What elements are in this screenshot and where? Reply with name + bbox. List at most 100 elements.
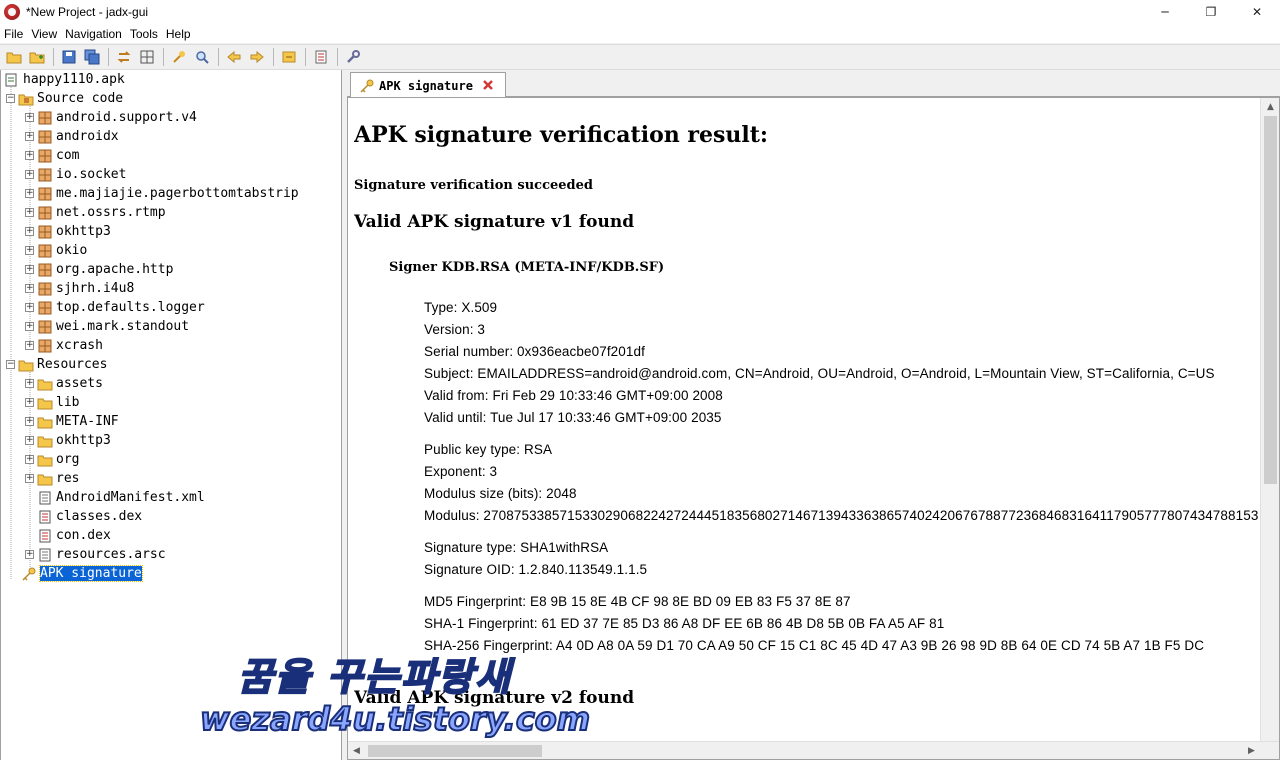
- tree-resource-folder[interactable]: + lib: [25, 393, 79, 412]
- expand-toggle[interactable]: +: [25, 455, 34, 464]
- tree-resource-file[interactable]: AndroidManifest.xml: [37, 488, 205, 507]
- scroll-left-icon[interactable]: ◀: [348, 742, 365, 759]
- vertical-scrollbar[interactable]: ▲: [1260, 98, 1279, 742]
- toolbar-separator: [305, 48, 306, 66]
- tree-resource-folder[interactable]: + org: [25, 450, 79, 469]
- close-button[interactable]: ✕: [1234, 0, 1280, 24]
- menu-view[interactable]: View: [27, 27, 61, 41]
- tree-resource-folder[interactable]: + META-INF: [25, 412, 119, 431]
- tree-package-item[interactable]: + me.majiajie.pagerbottomtabstrip: [25, 184, 299, 203]
- tree-source-code[interactable]: − Source code: [6, 89, 123, 108]
- close-tab-icon[interactable]: [481, 78, 495, 92]
- save-icon[interactable]: [58, 46, 80, 68]
- tree-resource-file-label: classes.dex: [56, 509, 143, 524]
- sync-icon[interactable]: [113, 46, 135, 68]
- maximize-button[interactable]: ❐: [1188, 0, 1234, 24]
- expand-toggle[interactable]: +: [25, 265, 34, 274]
- menu-navigation[interactable]: Navigation: [61, 27, 126, 41]
- expand-toggle[interactable]: +: [25, 170, 34, 179]
- expand-toggle[interactable]: +: [25, 550, 34, 559]
- tree-package-item[interactable]: + wei.mark.standout: [25, 317, 189, 336]
- signature-report: APK signature verification result: Signa…: [347, 97, 1280, 760]
- preferences-icon[interactable]: [342, 46, 364, 68]
- folder-icon: [37, 398, 53, 409]
- tree-package-item[interactable]: + okio: [25, 241, 87, 260]
- log-icon[interactable]: [310, 46, 332, 68]
- tree-resource-file[interactable]: con.dex: [37, 526, 111, 545]
- minimize-button[interactable]: ─: [1142, 0, 1188, 24]
- tree-package-item[interactable]: + okhttp3: [25, 222, 111, 241]
- tree-apk-signature[interactable]: APK signature: [21, 564, 143, 583]
- certificate-detail-line: Serial number: 0x936eacbe07f201df: [424, 344, 645, 359]
- expand-toggle[interactable]: +: [25, 284, 34, 293]
- tree-resource-file[interactable]: + resources.arsc: [25, 545, 166, 564]
- scroll-right-icon[interactable]: ▶: [1243, 742, 1260, 759]
- deobfuscation-icon[interactable]: [278, 46, 300, 68]
- expand-toggle[interactable]: +: [25, 436, 34, 445]
- package-icon: [38, 263, 52, 276]
- tree-package-item[interactable]: + io.socket: [25, 165, 126, 184]
- forward-icon[interactable]: [246, 46, 268, 68]
- tree-package-item[interactable]: + androidx: [25, 127, 119, 146]
- tree-package-label: io.socket: [56, 167, 127, 182]
- window-controls: ─ ❐ ✕: [1142, 0, 1280, 24]
- certificate-detail-line: Subject: EMAILADDRESS=android@android.co…: [424, 366, 1215, 381]
- expand-toggle[interactable]: +: [25, 151, 34, 160]
- tree-apk-signature-label: APK signature: [39, 565, 143, 582]
- expand-toggle[interactable]: +: [25, 379, 34, 388]
- tree-package-item[interactable]: + com: [25, 146, 79, 165]
- menu-help[interactable]: Help: [162, 27, 195, 41]
- expand-toggle[interactable]: +: [25, 246, 34, 255]
- expand-toggle[interactable]: +: [25, 417, 34, 426]
- back-icon[interactable]: [223, 46, 245, 68]
- package-icon: [38, 320, 52, 333]
- tree-resources[interactable]: − Resources: [6, 355, 107, 374]
- expand-toggle[interactable]: +: [25, 132, 34, 141]
- tree-package-item[interactable]: + sjhrh.i4u8: [25, 279, 134, 298]
- horizontal-scroll-thumb[interactable]: [368, 745, 542, 757]
- tree-resource-folder[interactable]: + assets: [25, 374, 103, 393]
- tree-package-item[interactable]: + net.ossrs.rtmp: [25, 203, 166, 222]
- tab-apk-signature[interactable]: APK signature: [350, 72, 506, 98]
- tree-package-label: android.support.v4: [56, 110, 197, 125]
- tree-resource-folder[interactable]: + res: [25, 469, 79, 488]
- tree-package-item[interactable]: + android.support.v4: [25, 108, 197, 127]
- expand-toggle[interactable]: +: [25, 227, 34, 236]
- flatten-packages-icon[interactable]: [136, 46, 158, 68]
- menu-file[interactable]: File: [0, 27, 27, 41]
- folder-icon: [37, 417, 53, 428]
- save-all-icon[interactable]: [81, 46, 103, 68]
- tree-resource-file-label: resources.arsc: [56, 547, 166, 562]
- expand-toggle[interactable]: +: [25, 474, 34, 483]
- tree-root[interactable]: happy1110.apk: [4, 70, 125, 89]
- collapse-toggle[interactable]: −: [6, 94, 15, 103]
- open-folder-icon[interactable]: [3, 46, 25, 68]
- find-icon[interactable]: [191, 46, 213, 68]
- scroll-up-icon[interactable]: ▲: [1261, 98, 1279, 115]
- tree-resource-folder[interactable]: + okhttp3: [25, 431, 111, 450]
- horizontal-scrollbar[interactable]: ◀ ▶: [348, 741, 1279, 759]
- window-title: *New Project - jadx-gui: [26, 5, 149, 19]
- tree-package-item[interactable]: + xcrash: [25, 336, 103, 355]
- tree-package-item[interactable]: + top.defaults.logger: [25, 298, 205, 317]
- expand-toggle[interactable]: +: [25, 189, 34, 198]
- tree-resource-file[interactable]: classes.dex: [37, 507, 142, 526]
- project-tree[interactable]: happy1110.apk − Source code + android.sup…: [0, 70, 342, 760]
- certificate-detail-line: Valid until: Tue Jul 17 10:33:46 GMT+09:…: [424, 410, 722, 425]
- tree-resource-folder-label: assets: [56, 376, 103, 391]
- add-files-icon[interactable]: [26, 46, 48, 68]
- search-text-icon[interactable]: [168, 46, 190, 68]
- expand-toggle[interactable]: +: [25, 208, 34, 217]
- tree-package-item[interactable]: + org.apache.http: [25, 260, 173, 279]
- menu-tools[interactable]: Tools: [126, 27, 162, 41]
- collapse-toggle[interactable]: −: [6, 360, 15, 369]
- package-icon: [38, 111, 52, 124]
- expand-toggle[interactable]: +: [25, 113, 34, 122]
- vertical-scroll-thumb[interactable]: [1264, 116, 1277, 484]
- package-icon: [38, 168, 52, 181]
- tree-resource-folder-label: org: [56, 452, 80, 467]
- expand-toggle[interactable]: +: [25, 303, 34, 312]
- expand-toggle[interactable]: +: [25, 322, 34, 331]
- expand-toggle[interactable]: +: [25, 341, 34, 350]
- expand-toggle[interactable]: +: [25, 398, 34, 407]
